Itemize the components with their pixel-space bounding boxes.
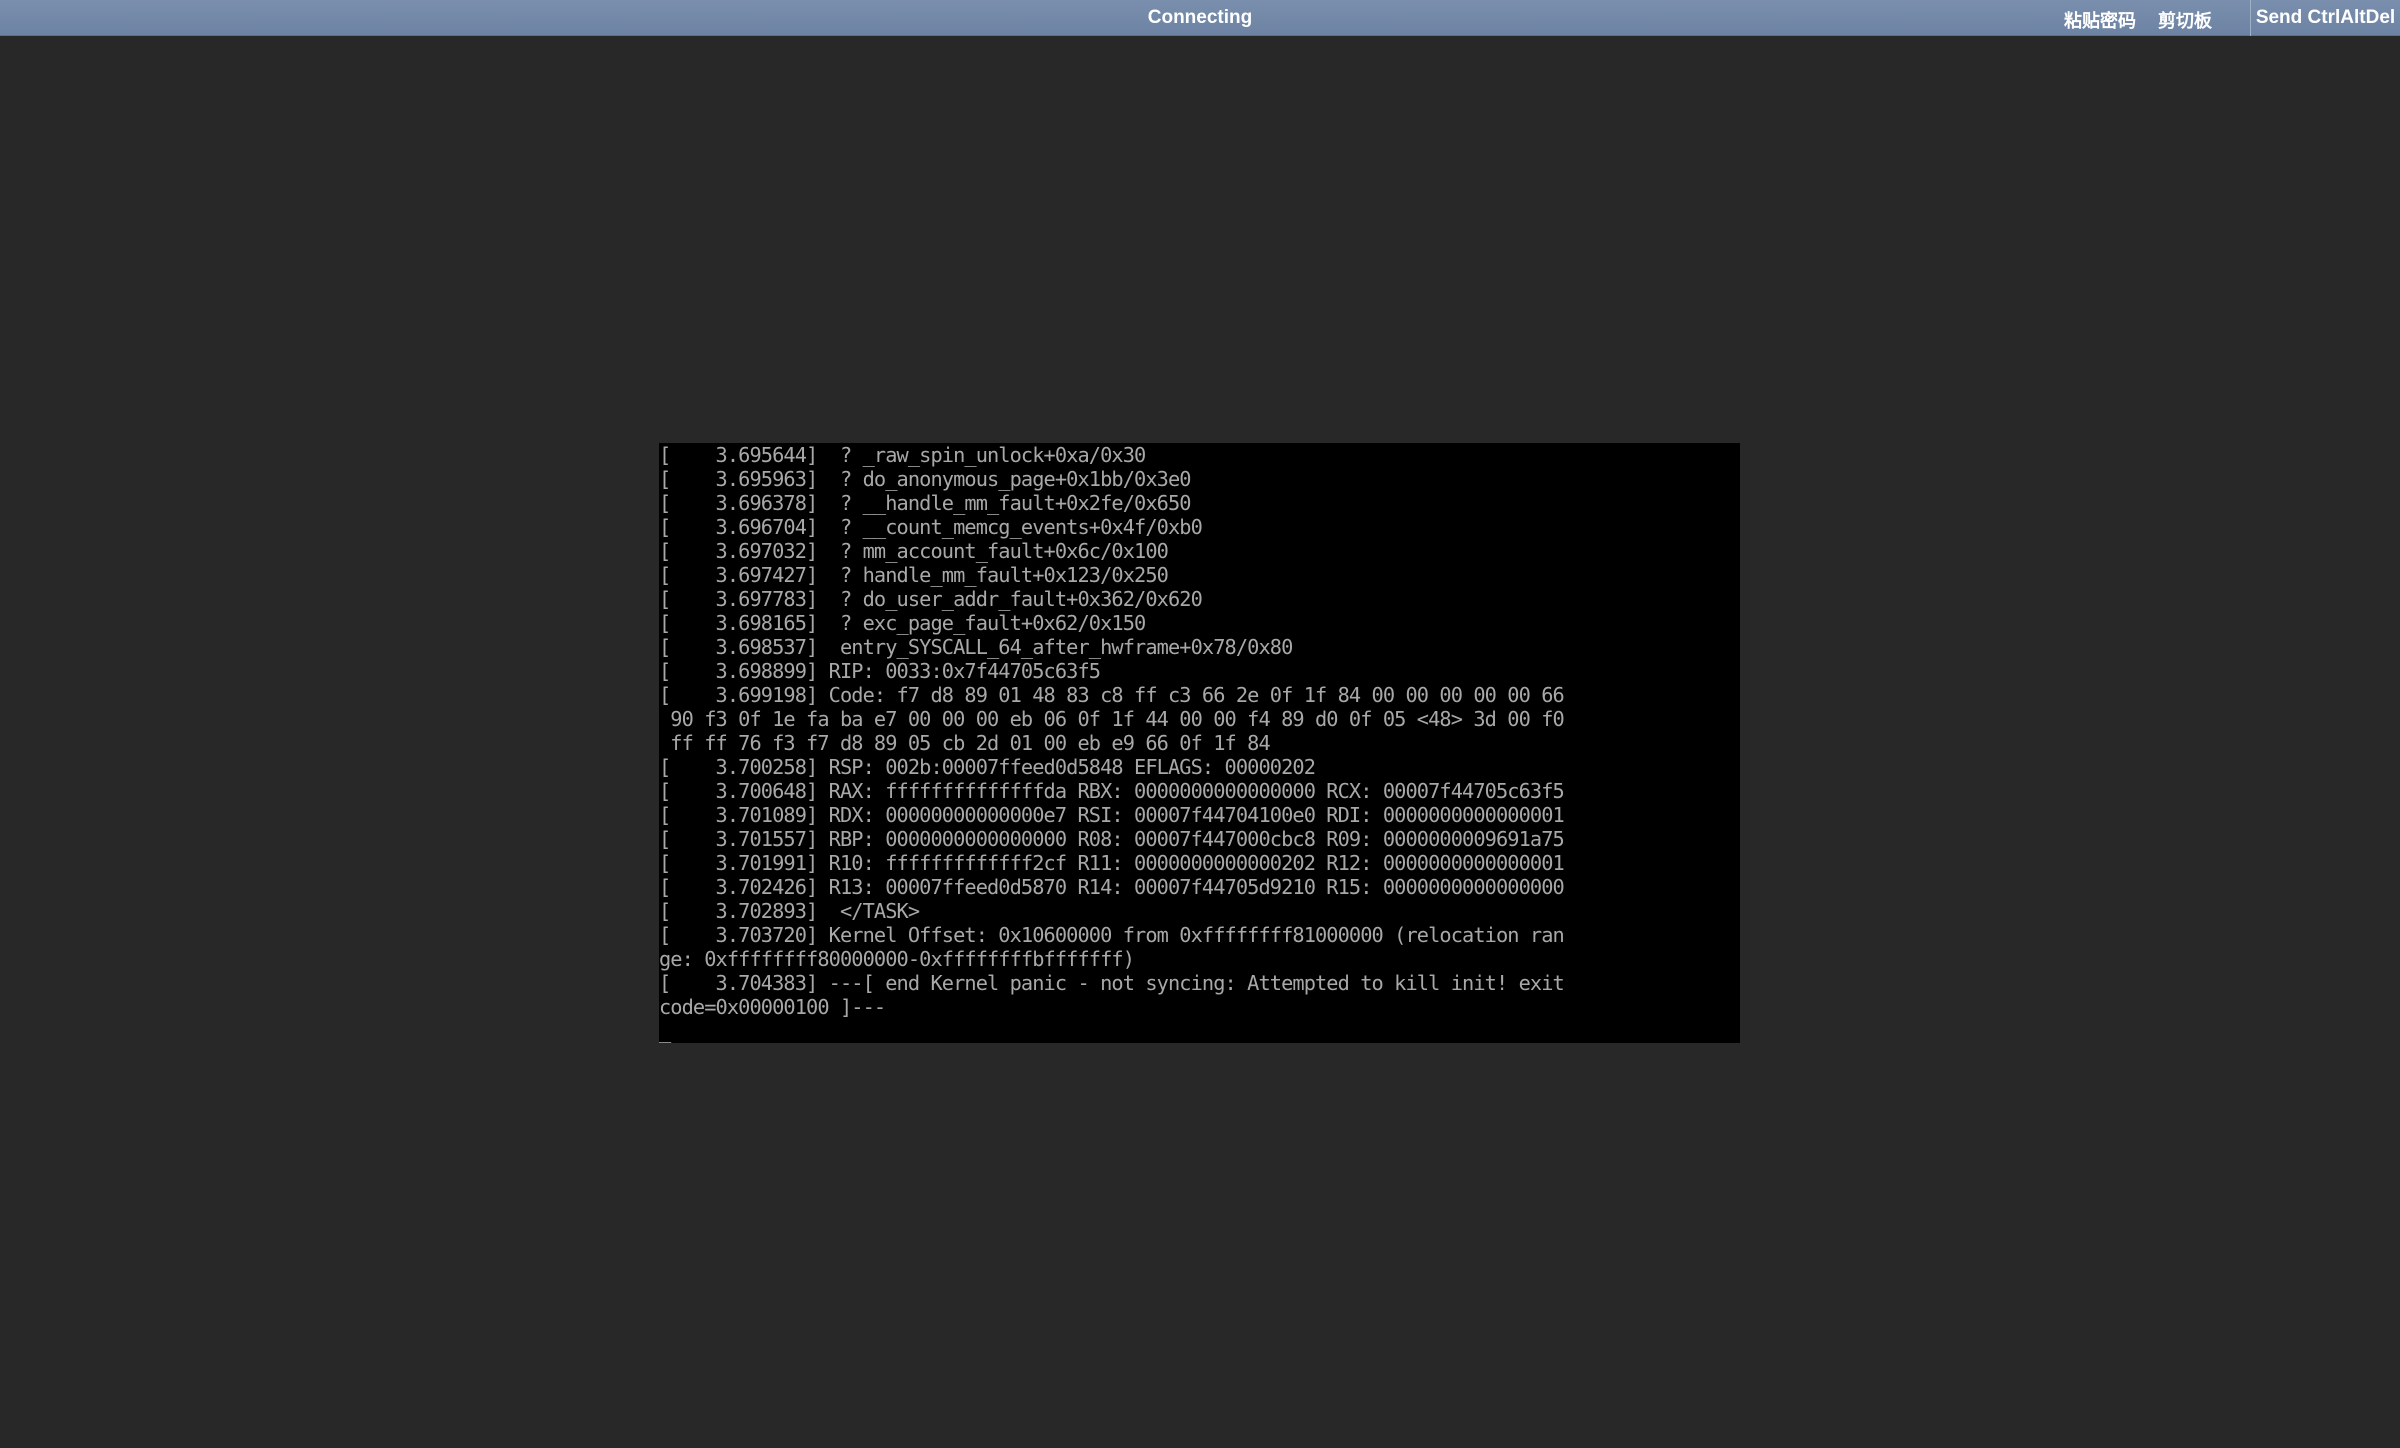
console-line: [ 3.701991] R10: fffffffffffff2cf R11: 0…: [659, 851, 1565, 875]
remote-console-screen[interactable]: [ 3.695644] ? _raw_spin_unlock+0xa/0x30[…: [659, 443, 1740, 1043]
send-ctrl-alt-del-button[interactable]: Send CtrlAltDel: [2250, 0, 2400, 36]
console-line: [ 3.700258] RSP: 002b:00007ffeed0d5848 E…: [659, 755, 1316, 779]
console-line: [ 3.699198] Code: f7 d8 89 01 48 83 c8 f…: [659, 683, 1565, 707]
console-line: ff ff 76 f3 f7 d8 89 05 cb 2d 01 00 eb e…: [659, 731, 1270, 755]
console-line: [ 3.698537] entry_SYSCALL_64_after_hwfra…: [659, 635, 1293, 659]
console-line: [ 3.700648] RAX: ffffffffffffffda RBX: 0…: [659, 779, 1565, 803]
console-line: 90 f3 0f 1e fa ba e7 00 00 00 eb 06 0f 1…: [659, 707, 1564, 731]
clipboard-button[interactable]: 剪切板: [2158, 0, 2212, 36]
console-line: [ 3.695644] ? _raw_spin_unlock+0xa/0x30: [659, 443, 1146, 467]
console-line: [ 3.696378] ? __handle_mm_fault+0x2fe/0x…: [659, 491, 1191, 515]
console-line: [ 3.698899] RIP: 0033:0x7f44705c63f5: [659, 659, 1101, 683]
console-output: [ 3.695644] ? _raw_spin_unlock+0xa/0x30[…: [659, 443, 1740, 1043]
console-line: [ 3.701089] RDX: 00000000000000e7 RSI: 0…: [659, 803, 1565, 827]
console-line: [ 3.696704] ? __count_memcg_events+0x4f/…: [659, 515, 1203, 539]
console-line: [ 3.702893] </TASK>: [659, 899, 920, 923]
vnc-toolbar: Connecting 粘贴密码 剪切板 Send CtrlAltDel: [0, 0, 2400, 36]
console-line: [ 3.697427] ? handle_mm_fault+0x123/0x25…: [659, 563, 1169, 587]
connection-status: Connecting: [1147, 7, 1253, 28]
console-cursor: _: [659, 1019, 671, 1043]
console-line: [ 3.697032] ? mm_account_fault+0x6c/0x10…: [659, 539, 1169, 563]
console-line: [ 3.695963] ? do_anonymous_page+0x1bb/0x…: [659, 467, 1191, 491]
console-line: [ 3.704383] ---[ end Kernel panic - not …: [659, 971, 1565, 995]
console-line: ge: 0xffffffff80000000-0xffffffffbffffff…: [659, 947, 1135, 971]
console-line: code=0x00000100 ]---: [659, 995, 886, 1019]
console-line: [ 3.697783] ? do_user_addr_fault+0x362/0…: [659, 587, 1203, 611]
console-line: [ 3.698165] ? exc_page_fault+0x62/0x150: [659, 611, 1146, 635]
paste-password-button[interactable]: 粘贴密码: [2064, 0, 2136, 36]
console-line: [ 3.703720] Kernel Offset: 0x10600000 fr…: [659, 923, 1565, 947]
console-line: [ 3.702426] R13: 00007ffeed0d5870 R14: 0…: [659, 875, 1565, 899]
console-line: [ 3.701557] RBP: 0000000000000000 R08: 0…: [659, 827, 1565, 851]
